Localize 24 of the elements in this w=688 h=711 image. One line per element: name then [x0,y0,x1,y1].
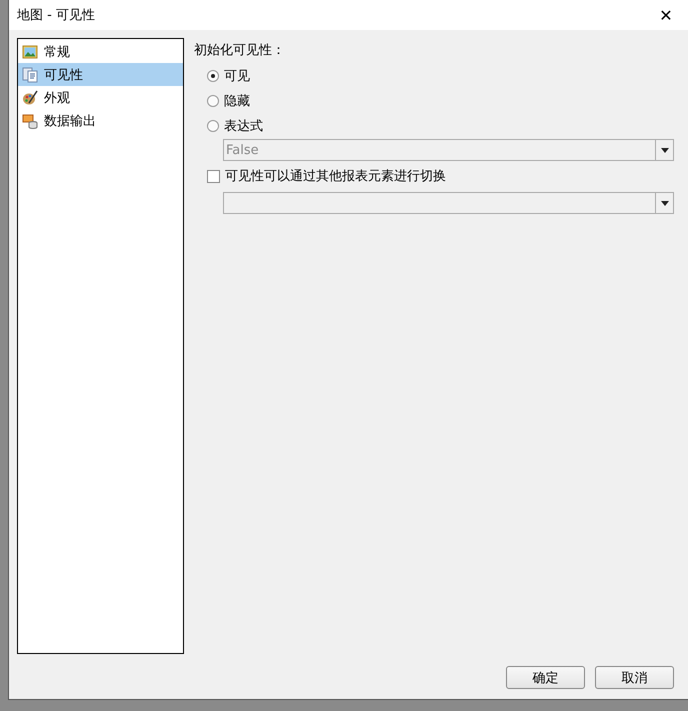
dropdown-arrow-icon [660,148,668,152]
sidebar-item[interactable]: 数据输出 [18,109,183,132]
radio-button[interactable] [207,70,219,82]
checkbox[interactable] [207,170,220,182]
radio-option[interactable]: 可见 [194,63,674,88]
sidebar-item[interactable]: 常规 [18,40,183,63]
radio-button[interactable] [207,94,219,106]
radio-button[interactable] [207,120,219,132]
palette-icon [22,90,38,106]
section-heading: 初始化可见性： [194,42,286,59]
sidebar-item[interactable]: 外观 [18,86,183,109]
database-export-icon [22,112,38,128]
close-button[interactable]: ✕ [644,0,688,30]
window-title: 地图 - 可见性 [17,7,95,24]
dialog-button[interactable]: 取消 [595,666,674,689]
radio-option[interactable]: 隐藏 [194,88,674,113]
landscape-icon [22,44,38,60]
sidebar-item[interactable]: 可见性 [18,63,183,86]
toggle-checkbox[interactable]: 可见性可以通过其他报表元素进行切换 [194,161,674,191]
document-icon [22,66,38,82]
dropdown-arrow-icon [660,200,668,206]
report-element-dropdown[interactable] [223,192,674,214]
dialog-button[interactable]: 确定 [506,666,585,689]
radio-option[interactable]: 表达式 [194,113,674,138]
